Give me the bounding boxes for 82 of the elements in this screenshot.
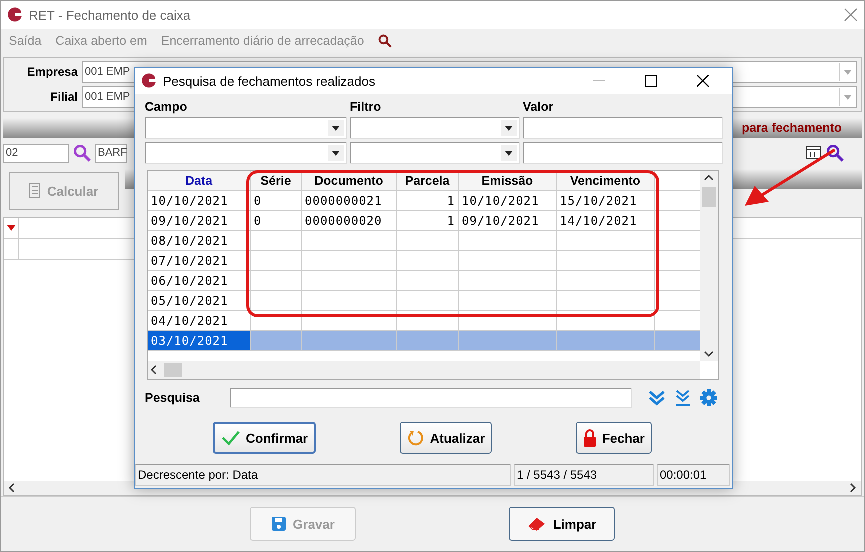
close-icon[interactable] xyxy=(697,75,709,87)
table-cell: 10/10/2021 xyxy=(148,191,251,211)
scroll-left-icon[interactable] xyxy=(150,365,158,375)
field-label: Filial xyxy=(50,90,78,104)
status-text: Decrescente por: Data xyxy=(135,464,511,486)
scrollbar-thumb[interactable] xyxy=(702,187,716,207)
table-cell xyxy=(251,231,302,251)
table-cell xyxy=(655,331,700,351)
refresh-button[interactable]: Atualizar xyxy=(400,422,492,454)
code-field[interactable]: 02 xyxy=(3,144,69,162)
column-header[interactable]: Data xyxy=(148,171,251,191)
caret-icon xyxy=(844,70,852,74)
value-field[interactable] xyxy=(523,117,723,139)
table-cell: 0000000021 xyxy=(302,191,397,211)
table-cell: 14/10/2021 xyxy=(557,211,655,231)
caret-icon xyxy=(332,150,340,156)
table-cell xyxy=(397,251,459,271)
table-cell xyxy=(397,331,459,351)
dialog-title: Pesquisa de fechamentos realizados xyxy=(163,74,376,88)
search-icon[interactable] xyxy=(826,144,844,162)
table-cell: 04/10/2021 xyxy=(148,311,251,331)
table-cell: 0000000020 xyxy=(302,211,397,231)
table-cell xyxy=(397,271,459,291)
table-cell: 10/10/2021 xyxy=(459,191,557,211)
filter-label: Valor xyxy=(523,100,555,114)
table-cell: 1 xyxy=(397,211,459,231)
search-label: Pesquisa xyxy=(145,391,200,405)
caret-icon xyxy=(844,94,852,100)
scroll-down-icon[interactable] xyxy=(704,351,714,357)
field-label: Empresa xyxy=(26,65,78,79)
filter-label: Filtro xyxy=(350,100,382,114)
scroll-right-icon[interactable] xyxy=(849,483,857,493)
filter-dropdown[interactable] xyxy=(145,142,347,164)
scrollbar-thumb[interactable] xyxy=(164,363,182,377)
close-button[interactable]: Fechar xyxy=(576,422,652,454)
refresh-icon xyxy=(407,429,426,447)
clear-button[interactable]: Limpar xyxy=(509,507,615,541)
table-cell: 1 xyxy=(397,191,459,211)
chevrons-to-bottom-icon[interactable] xyxy=(674,390,692,406)
caret-icon xyxy=(505,126,513,130)
search-field[interactable] xyxy=(230,388,632,408)
table-cell: 0 xyxy=(251,211,302,231)
table-cell xyxy=(251,331,302,351)
calendar-icon[interactable] xyxy=(806,146,822,160)
chevrons-down-icon[interactable] xyxy=(648,390,666,406)
value-field[interactable] xyxy=(523,142,723,164)
calculator-icon xyxy=(29,183,42,199)
floppy-icon xyxy=(271,516,288,532)
search-icon[interactable] xyxy=(378,34,392,48)
scroll-up-icon[interactable] xyxy=(704,175,714,181)
filter-label: Campo xyxy=(145,100,188,114)
logo-icon xyxy=(141,73,157,89)
table-cell: 15/10/2021 xyxy=(557,191,655,211)
table-cell xyxy=(251,291,302,311)
sort-indicator-icon xyxy=(6,225,16,231)
table-cell xyxy=(251,271,302,291)
confirm-button[interactable]: Confirmar xyxy=(213,422,316,454)
maximize-icon[interactable] xyxy=(645,75,657,87)
filter-dropdown[interactable] xyxy=(145,117,347,139)
filter-dropdown[interactable] xyxy=(350,117,520,139)
table-cell xyxy=(251,251,302,271)
table-cell xyxy=(397,231,459,251)
status-text: 1 / 5543 / 5543 xyxy=(514,464,654,486)
caret-icon xyxy=(332,126,340,130)
table-cell xyxy=(397,291,459,311)
minimize-icon[interactable] xyxy=(593,80,605,82)
caret-icon xyxy=(505,150,513,156)
window-title: RET - Fechamento de caixa xyxy=(29,8,191,22)
name-field[interactable]: BARF xyxy=(95,144,127,162)
filter-dropdown[interactable] xyxy=(350,142,520,164)
check-icon xyxy=(221,430,241,446)
table-cell: 03/10/2021 xyxy=(148,331,251,351)
table-cell: 09/10/2021 xyxy=(459,211,557,231)
status-text: 00:00:01 xyxy=(657,464,730,486)
table-cell: 0 xyxy=(251,191,302,211)
search-icon[interactable] xyxy=(73,144,91,162)
section-title: para fechamento xyxy=(742,121,842,135)
scroll-left-icon[interactable] xyxy=(8,483,16,493)
settings-icon[interactable] xyxy=(700,389,718,407)
eraser-icon xyxy=(527,516,548,532)
logo-icon xyxy=(7,7,23,23)
lock-icon xyxy=(583,429,598,447)
